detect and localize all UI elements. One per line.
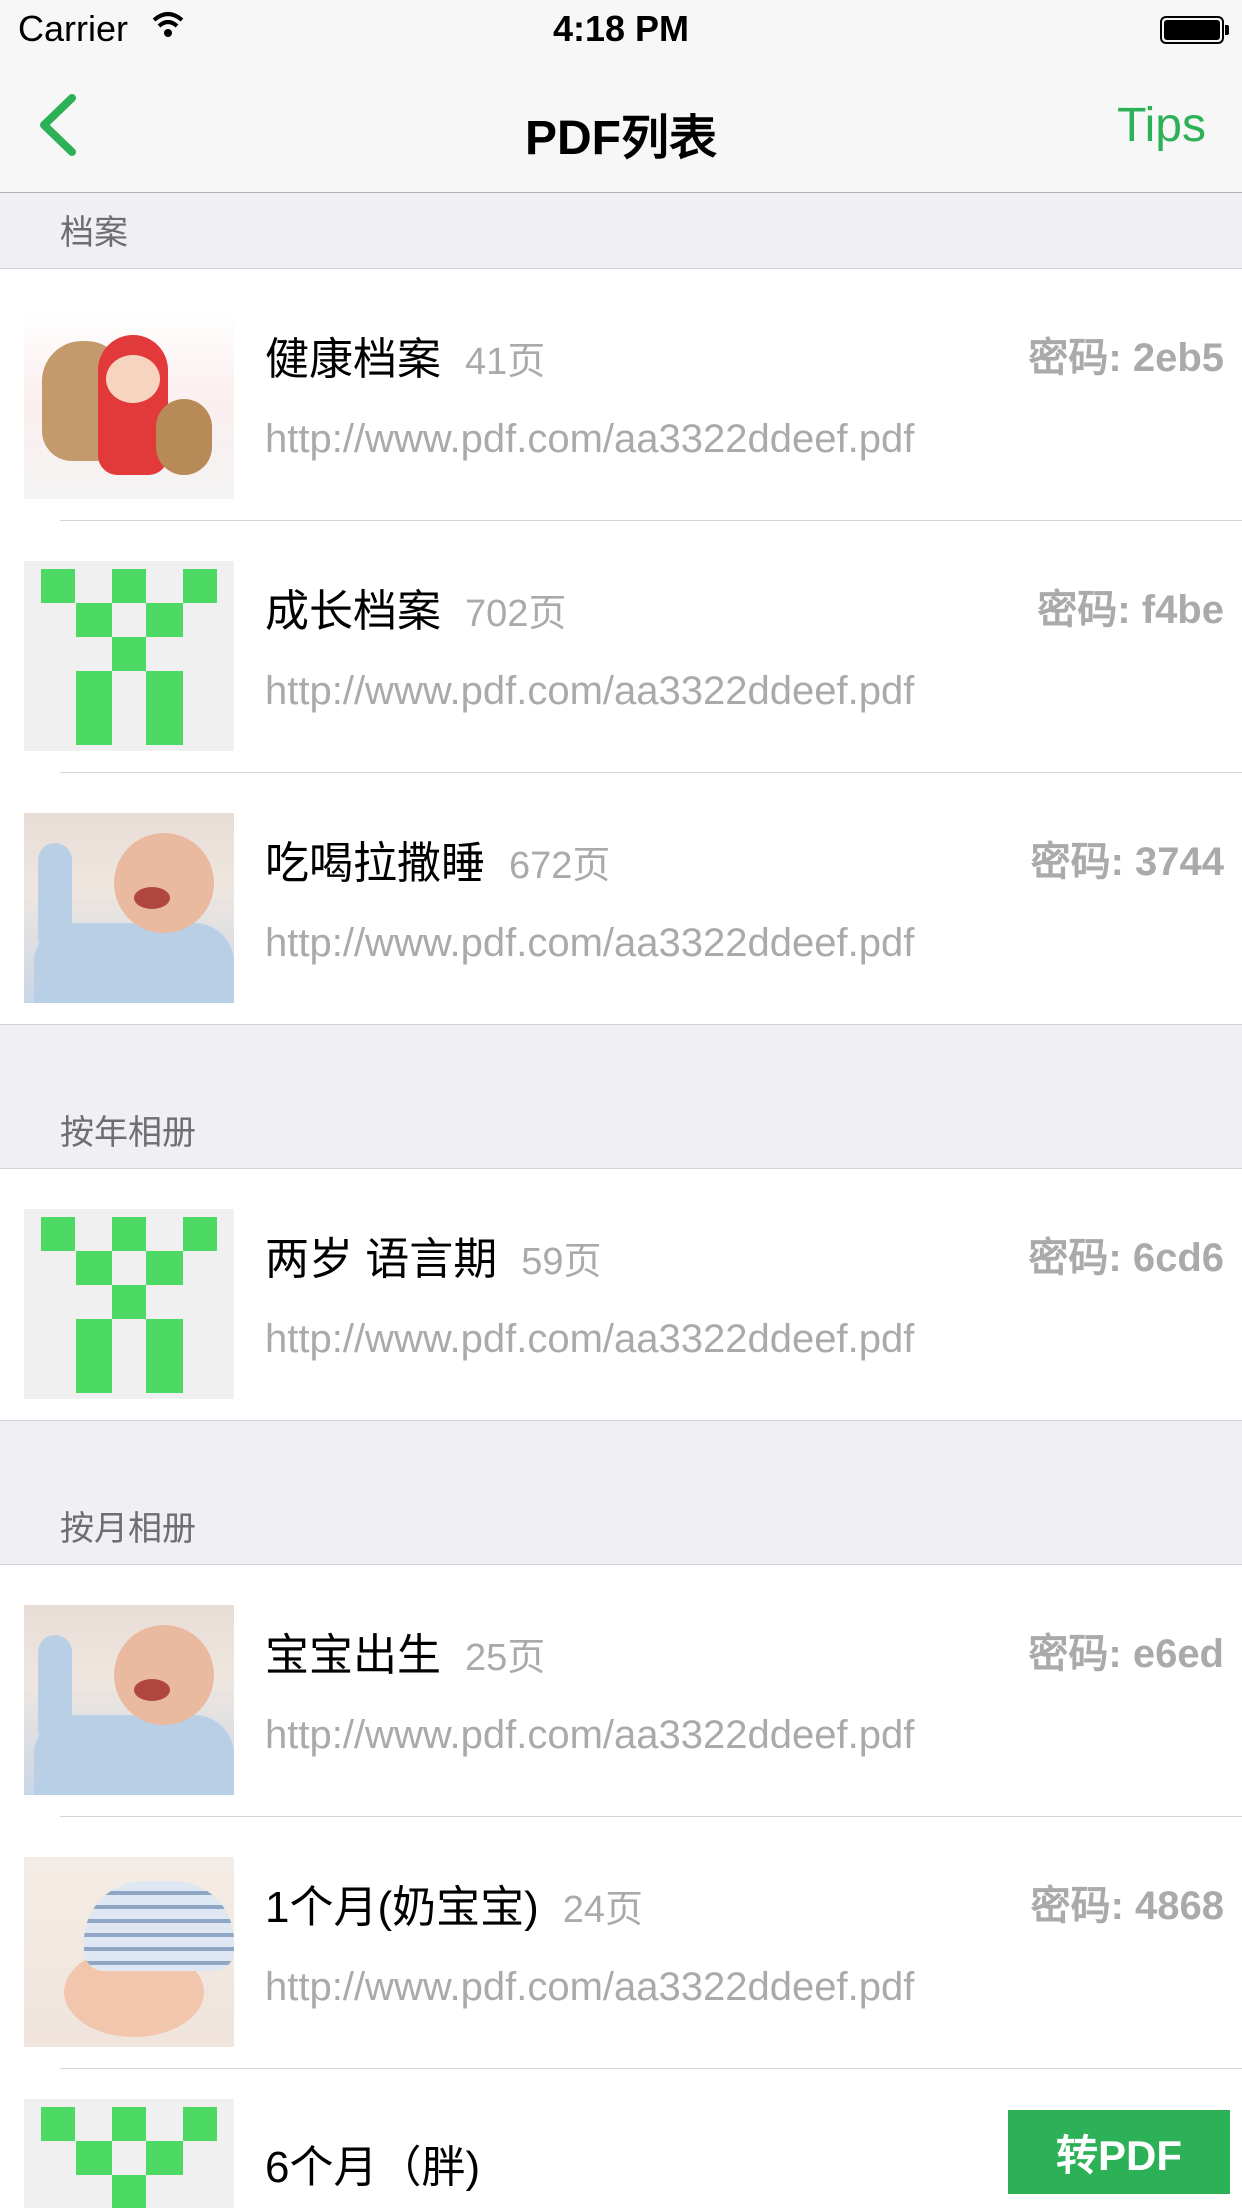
password-label: 密码: 2eb5 (1028, 336, 1224, 380)
item-name: 吃喝拉撒睡 672页 (265, 839, 611, 888)
page-count: 59页 (521, 1241, 602, 1283)
clock: 4:18 PM (552, 8, 690, 49)
item-name: 健康档案 41页 (265, 335, 546, 384)
section-title: 按年相册 (60, 1114, 196, 1152)
pdf-url: http://www.pdf.com/aa3322ddeef.pdf (265, 417, 915, 461)
pdf-url: http://www.pdf.com/aa3322ddeef.pdf (265, 1317, 915, 1361)
thumbnail-image (24, 813, 234, 1003)
item-name: 两岁 语言期 59页 (265, 1235, 602, 1284)
section-title: 按月相册 (60, 1510, 196, 1548)
item-name: 6个月（胖) (265, 2143, 481, 2192)
pdf-url: http://www.pdf.com/aa3322ddeef.pdf (265, 669, 915, 713)
navigation-bar: PDF列表 Tips (0, 60, 1242, 193)
placeholder-image (24, 561, 234, 751)
pdf-url: http://www.pdf.com/aa3322ddeef.pdf (265, 1713, 915, 1757)
password-label: 密码: e6ed (1028, 1632, 1224, 1676)
pdf-url: http://www.pdf.com/aa3322ddeef.pdf (265, 921, 915, 965)
list-item[interactable]: 两岁 语言期 59页 密码: 6cd6 http://www.pdf.com/aa… (0, 1169, 1242, 1421)
item-name: 宝宝出生 25页 (265, 1631, 546, 1680)
section-header-archive: 档案 (0, 193, 1242, 269)
password-label: 密码: 3744 (1030, 840, 1224, 884)
thumbnail-image (24, 1605, 234, 1795)
list-item[interactable]: 健康档案 41页 密码: 2eb5 http://www.pdf.com/aa33… (0, 269, 1242, 521)
list-item[interactable]: 1个月(奶宝宝) 24页 密码: 4868 http://www.pdf.com/… (0, 1817, 1242, 2069)
password-label: 密码: f4be (1037, 588, 1224, 632)
pdf-url: http://www.pdf.com/aa3322ddeef.pdf (265, 1965, 915, 2009)
page-count: 41页 (465, 341, 546, 383)
battery-icon (1160, 16, 1229, 44)
status-bar: Carrier 4:18 PM (0, 0, 1242, 60)
list-item[interactable]: 宝宝出生 25页 密码: e6ed http://www.pdf.com/aa33… (0, 1565, 1242, 1817)
item-name: 1个月(奶宝宝) 24页 (265, 1883, 644, 1932)
placeholder-image (24, 1209, 234, 1399)
item-name: 成长档案 702页 (265, 587, 567, 636)
convert-to-pdf-button[interactable]: 转PDF (1008, 2110, 1230, 2194)
page-count: 25页 (465, 1637, 546, 1679)
tips-button[interactable]: Tips (1117, 98, 1206, 153)
page-count: 24页 (562, 1889, 644, 1931)
section-header-yearly: 按年相册 (0, 1025, 1242, 1169)
page-count: 672页 (509, 845, 611, 887)
page-title: PDF列表 (524, 112, 717, 165)
password-label: 密码: 6cd6 (1028, 1236, 1224, 1280)
password-label: 密码: 4868 (1030, 1884, 1224, 1928)
page-count: 702页 (465, 593, 567, 635)
list-item[interactable]: 成长档案 702页 密码: f4be http://www.pdf.com/aa3… (0, 521, 1242, 773)
list-item[interactable]: 吃喝拉撒睡 672页 密码: 3744 http://www.pdf.com/aa… (0, 773, 1242, 1025)
thumbnail-image (24, 309, 234, 499)
thumbnail-image (24, 1857, 234, 2047)
section-header-monthly: 按月相册 (0, 1421, 1242, 1565)
section-title: 档案 (60, 214, 128, 252)
placeholder-image (24, 2099, 234, 2208)
